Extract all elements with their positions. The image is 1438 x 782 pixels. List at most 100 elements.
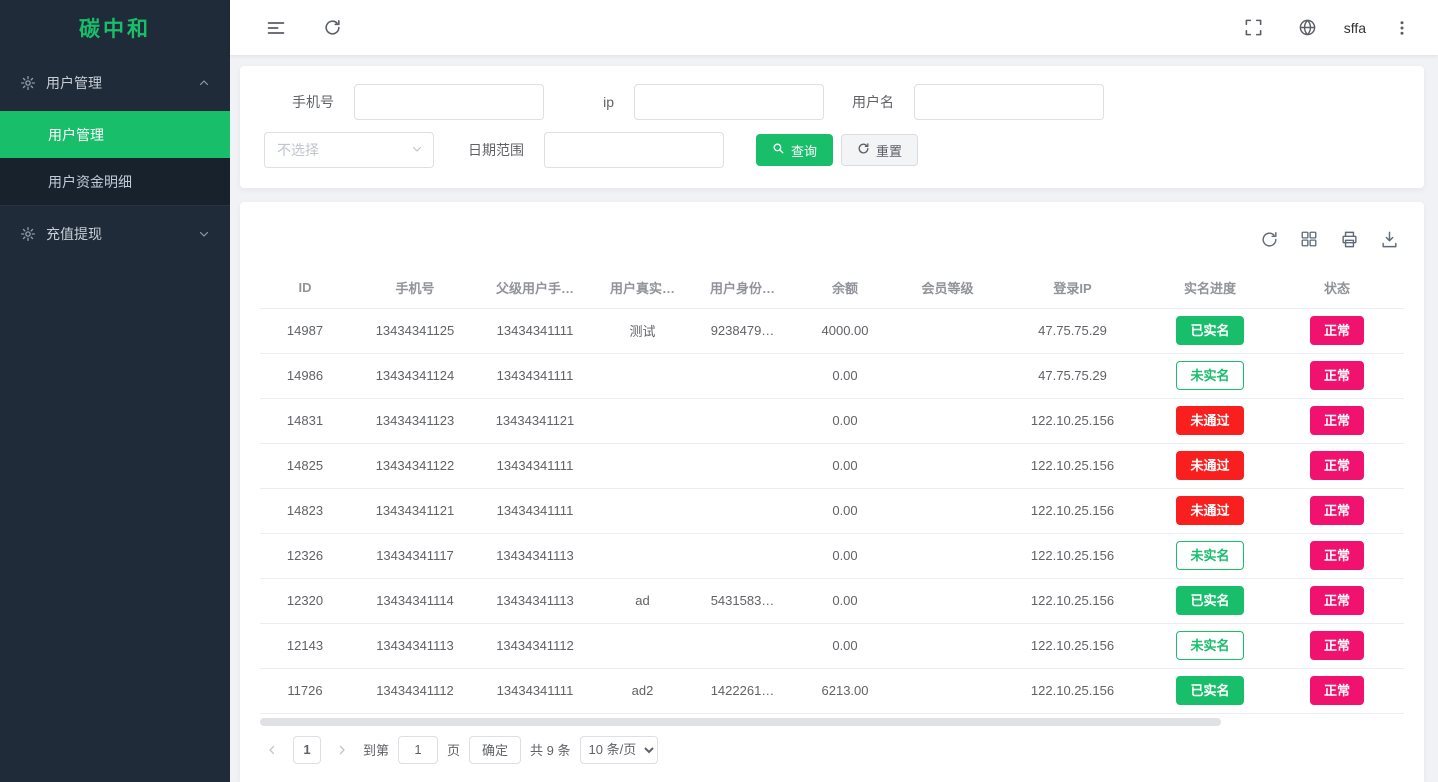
status-badge[interactable]: 正常 xyxy=(1310,406,1364,435)
cell-login-ip: 122.10.25.156 xyxy=(995,443,1150,488)
reset-button[interactable]: 重置 xyxy=(841,134,918,166)
filter-panel: 手机号 ip 用户名 不选择 xyxy=(240,66,1424,188)
cell-id: 14831 xyxy=(260,398,350,443)
sidebar-collapse-button[interactable] xyxy=(258,10,294,46)
cell-balance: 0.00 xyxy=(790,623,900,668)
cell-phone: 13434341117 xyxy=(350,533,480,578)
print-icon[interactable] xyxy=(1334,224,1364,254)
status-badge[interactable]: 正常 xyxy=(1310,631,1364,660)
column-header-login-ip: 登录IP xyxy=(995,268,1150,308)
cell-balance: 0.00 xyxy=(790,488,900,533)
cell-verify: 未通过 xyxy=(1150,488,1270,533)
sidebar-item-user-funds-detail[interactable]: 用户资金明细 xyxy=(0,158,230,205)
cell-real-name: ad2 xyxy=(590,668,695,713)
phone-input[interactable] xyxy=(354,84,544,120)
verify-badge[interactable]: 已实名 xyxy=(1176,586,1243,615)
cell-level xyxy=(900,623,995,668)
verify-badge[interactable]: 未实名 xyxy=(1176,361,1243,390)
cell-verify: 未通过 xyxy=(1150,398,1270,443)
cell-verify: 未实名 xyxy=(1150,533,1270,578)
cell-level xyxy=(900,488,995,533)
cell-balance: 0.00 xyxy=(790,398,900,443)
next-page-button[interactable] xyxy=(330,738,354,762)
topbar: sffa xyxy=(230,0,1438,55)
cell-level xyxy=(900,443,995,488)
cell-balance: 6213.00 xyxy=(790,668,900,713)
verify-badge[interactable]: 未通过 xyxy=(1176,496,1243,525)
cell-balance: 0.00 xyxy=(790,353,900,398)
cell-login-ip: 122.10.25.156 xyxy=(995,398,1150,443)
menu-group-user-management[interactable]: 用户管理 xyxy=(0,55,230,111)
type-select[interactable]: 不选择 xyxy=(264,132,434,168)
ip-label: ip xyxy=(544,94,634,110)
cell-id-card xyxy=(695,623,790,668)
content-area: 手机号 ip 用户名 不选择 xyxy=(230,55,1438,782)
menu-group-label: 用户管理 xyxy=(46,73,102,93)
date-range-input[interactable] xyxy=(544,132,724,168)
username-input[interactable] xyxy=(914,84,1104,120)
status-badge[interactable]: 正常 xyxy=(1310,496,1364,525)
verify-badge[interactable]: 未通过 xyxy=(1176,451,1243,480)
username[interactable]: sffa xyxy=(1344,20,1366,36)
cell-parent-phone: 13434341113 xyxy=(480,578,590,623)
fullscreen-icon[interactable] xyxy=(1236,10,1272,46)
cell-id: 11726 xyxy=(260,668,350,713)
status-badge[interactable]: 正常 xyxy=(1310,361,1364,390)
cell-id: 14987 xyxy=(260,308,350,353)
cell-status: 正常 xyxy=(1270,443,1404,488)
table-refresh-icon[interactable] xyxy=(1254,224,1284,254)
verify-badge[interactable]: 未通过 xyxy=(1176,406,1243,435)
page-number-button[interactable]: 1 xyxy=(293,736,321,764)
column-settings-icon[interactable] xyxy=(1294,224,1324,254)
verify-badge[interactable]: 未实名 xyxy=(1176,541,1243,570)
language-globe-icon[interactable] xyxy=(1290,10,1326,46)
sidebar: 碳中和 用户管理 用户管理 用户资金明细 充值提现 xyxy=(0,0,230,782)
table-row: 12143 13434341113 13434341112 0.00 122.1… xyxy=(260,623,1404,668)
column-header-level: 会员等级 xyxy=(900,268,995,308)
search-button[interactable]: 查询 xyxy=(756,134,833,166)
table-row: 12320 13434341114 13434341113 ad 5431583… xyxy=(260,578,1404,623)
username-label: 用户名 xyxy=(824,92,914,112)
cell-level xyxy=(900,308,995,353)
reset-button-label: 重置 xyxy=(876,141,902,160)
verify-badge[interactable]: 已实名 xyxy=(1176,316,1243,345)
status-badge[interactable]: 正常 xyxy=(1310,541,1364,570)
more-menu-icon[interactable] xyxy=(1384,10,1420,46)
sidebar-item-label: 用户管理 xyxy=(48,125,104,145)
cell-balance: 4000.00 xyxy=(790,308,900,353)
cell-id-card: 9238479… xyxy=(695,308,790,353)
status-badge[interactable]: 正常 xyxy=(1310,316,1364,345)
cell-id-card: 5431583… xyxy=(695,578,790,623)
status-badge[interactable]: 正常 xyxy=(1310,676,1364,705)
total-count-label: 共 9 条 xyxy=(530,740,570,759)
verify-badge[interactable]: 已实名 xyxy=(1176,676,1243,705)
ip-input[interactable] xyxy=(634,84,824,120)
cell-login-ip: 47.75.75.29 xyxy=(995,308,1150,353)
cell-verify: 未实名 xyxy=(1150,353,1270,398)
cell-balance: 0.00 xyxy=(790,578,900,623)
table-body: 14987 13434341125 13434341111 测试 9238479… xyxy=(260,308,1404,713)
cell-id-card xyxy=(695,353,790,398)
app-logo: 碳中和 xyxy=(0,0,230,55)
date-range-label: 日期范围 xyxy=(434,140,544,160)
cell-balance: 0.00 xyxy=(790,533,900,578)
table-row: 14823 13434341121 13434341111 0.00 122.1… xyxy=(260,488,1404,533)
status-badge[interactable]: 正常 xyxy=(1310,451,1364,480)
status-badge[interactable]: 正常 xyxy=(1310,586,1364,615)
cell-status: 正常 xyxy=(1270,353,1404,398)
cell-phone: 13434341124 xyxy=(350,353,480,398)
column-header-phone: 手机号 xyxy=(350,268,480,308)
page-size-select[interactable]: 10 条/页 xyxy=(580,736,658,764)
menu-group-recharge-withdraw[interactable]: 充值提现 xyxy=(0,205,230,261)
prev-page-button[interactable] xyxy=(260,738,284,762)
scrollbar-thumb[interactable] xyxy=(260,718,1221,726)
refresh-icon[interactable] xyxy=(314,10,350,46)
cell-real-name xyxy=(590,488,695,533)
goto-confirm-button[interactable]: 确定 xyxy=(469,736,521,764)
cell-phone: 13434341121 xyxy=(350,488,480,533)
sidebar-item-user-management[interactable]: 用户管理 xyxy=(0,111,230,158)
verify-badge[interactable]: 未实名 xyxy=(1176,631,1243,660)
export-download-icon[interactable] xyxy=(1374,224,1404,254)
table-row: 11726 13434341112 13434341111 ad2 142226… xyxy=(260,668,1404,713)
goto-page-input[interactable] xyxy=(398,736,438,764)
